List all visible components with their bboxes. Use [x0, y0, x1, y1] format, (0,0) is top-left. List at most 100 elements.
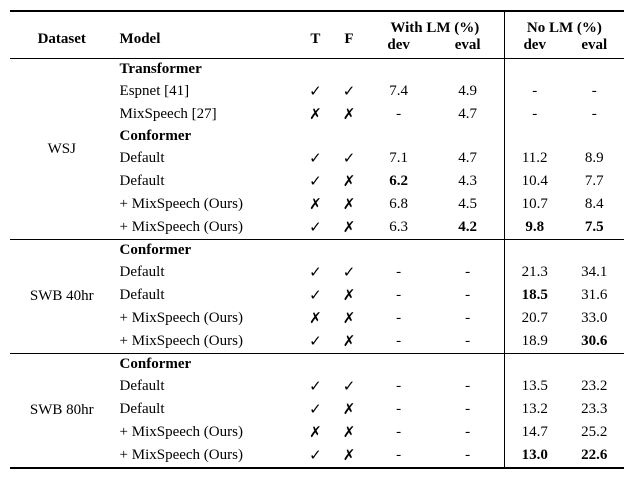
check-icon: ✓ [343, 150, 356, 167]
table-cell: - [431, 421, 504, 444]
t-cell: ✓ [299, 284, 333, 307]
section-title: Conformer [114, 126, 299, 147]
table-cell: - [431, 307, 504, 330]
f-cell: ✗ [332, 216, 366, 240]
f-cell: ✗ [332, 284, 366, 307]
table-cell: 21.3 [504, 261, 564, 284]
col-t: T [299, 11, 333, 59]
f-cell: ✗ [332, 170, 366, 193]
f-cell: ✗ [332, 330, 366, 354]
check-icon: ✓ [343, 264, 356, 281]
model-cell: MixSpeech [27] [114, 103, 299, 126]
cross-icon: ✗ [343, 196, 356, 213]
section-title: Transformer [114, 59, 299, 81]
table-cell: 4.5 [431, 193, 504, 216]
table-cell: - [366, 421, 432, 444]
table-cell: 8.9 [565, 147, 624, 170]
t-cell: ✗ [299, 421, 333, 444]
t-cell: ✓ [299, 261, 333, 284]
col-f: F [332, 11, 366, 59]
cross-icon: ✗ [343, 333, 356, 350]
table-cell: 4.3 [431, 170, 504, 193]
table-cell: 10.7 [504, 193, 564, 216]
table-cell: 9.8 [504, 216, 564, 240]
table-cell: - [366, 375, 432, 398]
table-cell: - [366, 103, 432, 126]
model-cell: Default [114, 284, 299, 307]
model-cell: + MixSpeech (Ours) [114, 330, 299, 354]
t-cell: ✓ [299, 80, 333, 103]
table-cell: - [366, 284, 432, 307]
col-model: Model [114, 11, 299, 59]
section-title: Conformer [114, 354, 299, 376]
cross-icon: ✗ [343, 424, 356, 441]
model-cell: Default [114, 375, 299, 398]
check-icon: ✓ [309, 150, 322, 167]
table-cell: 18.5 [504, 284, 564, 307]
f-cell: ✗ [332, 398, 366, 421]
check-icon: ✓ [309, 333, 322, 350]
table-cell: 23.2 [565, 375, 624, 398]
model-cell: + MixSpeech (Ours) [114, 444, 299, 468]
model-cell: Default [114, 398, 299, 421]
check-icon: ✓ [343, 378, 356, 395]
t-cell: ✗ [299, 307, 333, 330]
t-cell: ✓ [299, 330, 333, 354]
dataset-cell: WSJ [10, 59, 114, 240]
table-cell: 6.8 [366, 193, 432, 216]
model-cell: Default [114, 261, 299, 284]
table-cell: 13.0 [504, 444, 564, 468]
cross-icon: ✗ [309, 310, 322, 327]
model-cell: Espnet [41] [114, 80, 299, 103]
t-cell: ✗ [299, 193, 333, 216]
f-cell: ✗ [332, 444, 366, 468]
table-cell: 6.3 [366, 216, 432, 240]
check-icon: ✓ [309, 83, 322, 100]
cross-icon: ✗ [343, 219, 356, 236]
t-cell: ✓ [299, 375, 333, 398]
table-cell: 23.3 [565, 398, 624, 421]
table-cell: 4.7 [431, 103, 504, 126]
table-cell: 31.6 [565, 284, 624, 307]
cross-icon: ✗ [343, 173, 356, 190]
table-cell: - [366, 261, 432, 284]
t-cell: ✓ [299, 398, 333, 421]
col-nlm-eval: eval [565, 37, 624, 59]
cross-icon: ✗ [343, 401, 356, 418]
table-cell: 18.9 [504, 330, 564, 354]
table-cell: - [366, 398, 432, 421]
table-cell: 7.7 [565, 170, 624, 193]
f-cell: ✓ [332, 375, 366, 398]
table-cell: 30.6 [565, 330, 624, 354]
table-cell: - [366, 307, 432, 330]
check-icon: ✓ [309, 447, 322, 464]
model-cell: + MixSpeech (Ours) [114, 307, 299, 330]
table-cell: 7.4 [366, 80, 432, 103]
table-cell: 34.1 [565, 261, 624, 284]
cross-icon: ✗ [309, 424, 322, 441]
dataset-cell: SWB 40hr [10, 240, 114, 354]
table-cell: - [431, 375, 504, 398]
table-cell: 8.4 [565, 193, 624, 216]
table-cell: 6.2 [366, 170, 432, 193]
col-wlm-dev: dev [366, 37, 432, 59]
col-withlm: With LM (%) [366, 11, 505, 37]
col-nolm: No LM (%) [504, 11, 624, 37]
f-cell: ✗ [332, 103, 366, 126]
table-cell: - [366, 444, 432, 468]
cross-icon: ✗ [343, 447, 356, 464]
t-cell: ✓ [299, 170, 333, 193]
f-cell: ✗ [332, 307, 366, 330]
cross-icon: ✗ [343, 106, 356, 123]
col-dataset: Dataset [10, 11, 114, 59]
table-cell: 4.2 [431, 216, 504, 240]
check-icon: ✓ [309, 287, 322, 304]
table-cell: 13.5 [504, 375, 564, 398]
t-cell: ✓ [299, 147, 333, 170]
model-cell: Default [114, 147, 299, 170]
model-cell: Default [114, 170, 299, 193]
f-cell: ✗ [332, 193, 366, 216]
table-cell: 33.0 [565, 307, 624, 330]
table-cell: - [431, 284, 504, 307]
col-wlm-eval: eval [431, 37, 504, 59]
